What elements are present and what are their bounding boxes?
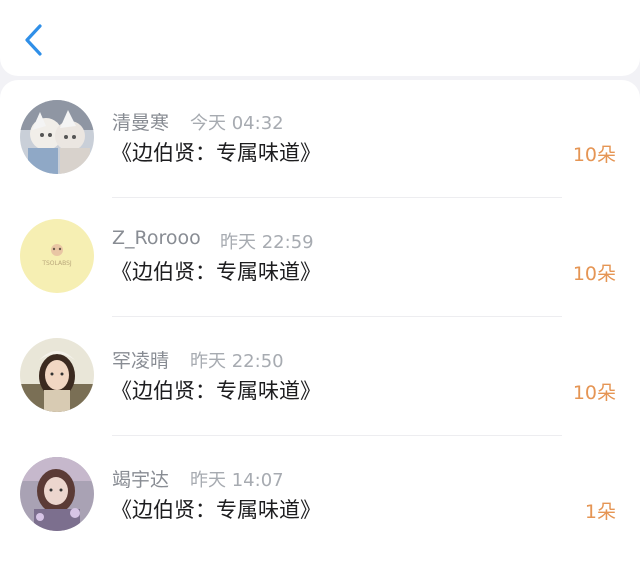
back-button[interactable] <box>12 18 56 62</box>
list-item[interactable]: 罕凌晴 昨天 22:50 《边伯贤：专属味道》 10朵 <box>0 318 640 436</box>
gift-title: 《边伯贤：专属味道》 <box>111 498 321 522</box>
chevron-left-icon <box>25 24 42 56</box>
top-bar <box>0 0 640 76</box>
divider <box>112 316 562 317</box>
send-time: 昨天 14:07 <box>190 470 284 491</box>
avatar[interactable] <box>20 100 94 174</box>
avatar[interactable] <box>20 457 94 531</box>
list-item[interactable]: TSOLABSJ Z_Rorooo 昨天 22:59 《边伯贤：专属味道》 10… <box>0 199 640 317</box>
divider <box>112 435 562 436</box>
list-item[interactable]: 清曼寒 今天 04:32 《边伯贤：专属味道》 10朵 <box>0 80 640 198</box>
send-time: 昨天 22:50 <box>190 351 284 372</box>
send-time: 今天 04:32 <box>190 113 284 134</box>
gift-title: 《边伯贤：专属味道》 <box>111 141 321 165</box>
send-time: 昨天 22:59 <box>220 232 314 253</box>
gift-count: 10朵 <box>572 263 616 285</box>
avatar[interactable]: TSOLABSJ <box>20 219 94 293</box>
gift-count: 10朵 <box>572 382 616 404</box>
gift-count: 10朵 <box>572 144 616 166</box>
sender-name: 竭宇达 <box>112 469 170 491</box>
gift-count: 1朵 <box>584 501 616 523</box>
sender-name: 罕凌晴 <box>112 350 170 372</box>
divider <box>112 197 562 198</box>
gift-title: 《边伯贤：专属味道》 <box>111 260 321 284</box>
sender-name: Z_Rorooo <box>112 227 201 249</box>
gift-title: 《边伯贤：专属味道》 <box>111 379 321 403</box>
gift-record-list: 清曼寒 今天 04:32 《边伯贤：专属味道》 10朵 TSOLABSJ Z_R… <box>0 80 640 570</box>
sender-name: 清曼寒 <box>112 112 170 134</box>
list-item[interactable]: 竭宇达 昨天 14:07 《边伯贤：专属味道》 1朵 <box>0 437 640 555</box>
avatar-logo-text: TSOLABSJ <box>41 260 72 267</box>
avatar[interactable] <box>20 338 94 412</box>
